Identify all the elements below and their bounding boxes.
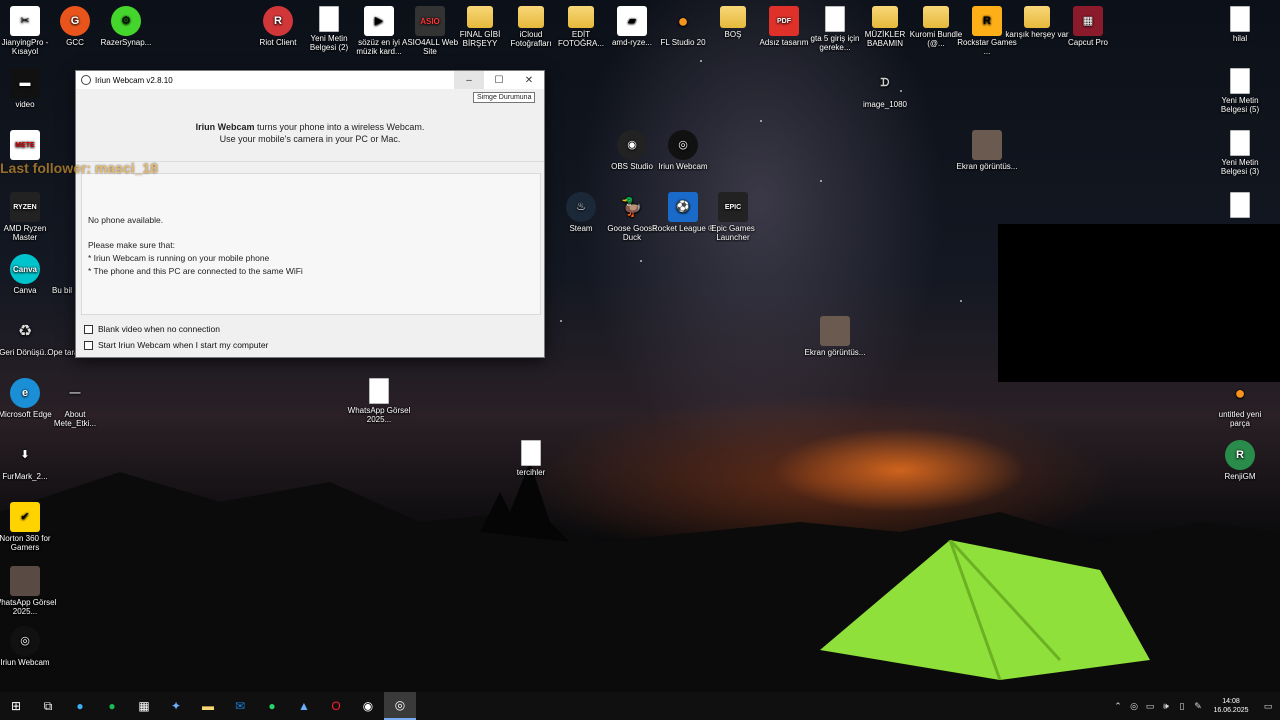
taskbar-obs[interactable]: ◉ (352, 692, 384, 720)
desktop-icon-furmark[interactable]: ⬇ FurMark_2... (0, 440, 57, 481)
volume-icon[interactable]: 🕪 (1158, 701, 1174, 712)
status-panel: No phone available. Please make sure tha… (81, 173, 541, 315)
taskbar: ⊞ ⧉ ● ● ▦ ✦ ▬ ✉ ● ▲ O ◉ ◎ ⌃ ◎ ▭ 🕪 ▯ ✎ 14… (0, 692, 1280, 720)
clock-date: 16.06.2025 (1213, 707, 1249, 714)
bullet-1: * Iriun Webcam is running on your mobile… (88, 253, 270, 263)
window-titlebar[interactable]: Iriun Webcam v2.8.10 – ☐ ✕ (76, 71, 544, 89)
desktop-icon-razer[interactable]: ⚙ RazerSynap... (94, 6, 158, 47)
task-view-icon: ⧉ (43, 698, 53, 713)
folder-icon: ▬ (202, 699, 214, 713)
desktop-icon-mete[interactable]: METE (0, 130, 57, 162)
bullet-2: * The phone and this PC are connected to… (88, 266, 303, 276)
taskbar-copilot[interactable]: ✦ (160, 692, 192, 720)
desktop-icon-untitled[interactable]: ● untitled yeni parça (1208, 378, 1272, 429)
iriun-tray-icon[interactable]: ◎ (1126, 701, 1142, 712)
desktop-icon-epic[interactable]: EPIC Epic Games Launcher (701, 192, 765, 242)
desktop-icon-video[interactable]: ▬ video (0, 68, 57, 109)
iriun-app-icon (81, 75, 91, 85)
desktop-icon-iriun[interactable]: ◎ Iriun Webcam (651, 130, 715, 171)
close-icon: ✕ (524, 74, 534, 86)
opera-icon: O (331, 699, 341, 713)
black-overlay-panel (998, 224, 1280, 382)
clock[interactable]: 14:08 16.06.2025 (1206, 697, 1256, 715)
network-icon[interactable]: ▭ (1142, 701, 1158, 712)
desktop-icon-blank-doc[interactable] (1208, 192, 1272, 220)
photos-icon: ▲ (298, 699, 310, 713)
system-tray: ⌃ ◎ ▭ 🕪 ▯ ✎ 14:08 16.06.2025 ▭ (1110, 692, 1280, 720)
task-view-button[interactable]: ⧉ (32, 692, 64, 720)
intro-section: Iriun Webcam turns your phone into a wir… (76, 95, 544, 162)
copilot-icon: ✦ (170, 699, 182, 713)
desktop-icon-iriun-left[interactable]: ◎ Iriun Webcam (0, 626, 57, 667)
desktop-icon-yeni-metin-3[interactable]: Yeni Metin Belgesi (3) (1208, 130, 1272, 176)
tent-image (820, 540, 1150, 680)
window-title: Iriun Webcam v2.8.10 (95, 75, 173, 85)
desktop-icon-whatsapp2[interactable]: WhatsApp Görsel 2025... (0, 566, 57, 616)
status-text: No phone available. (88, 215, 164, 225)
maximize-icon: ☐ (494, 74, 504, 86)
store-icon: ▦ (138, 699, 150, 713)
checkbox-box[interactable] (84, 324, 93, 334)
obs-icon: ◉ (362, 699, 374, 713)
desktop-icon-whatsapp1[interactable]: WhatsApp Görsel 2025... (347, 378, 411, 424)
chevron-up-icon[interactable]: ⌃ (1110, 701, 1126, 712)
blank-video-checkbox[interactable]: Blank video when no connection (84, 324, 220, 334)
clock-time: 14:08 (1222, 698, 1240, 705)
pen-icon[interactable]: ✎ (1190, 701, 1206, 712)
intro-line2: Use your mobile's camera in your PC or M… (219, 134, 401, 144)
taskbar-store[interactable]: ▦ (128, 692, 160, 720)
taskbar-outlook[interactable]: ✉ (224, 692, 256, 720)
checkbox-box[interactable] (84, 340, 93, 350)
taskbar-whatsapp[interactable]: ● (256, 692, 288, 720)
desktop-icon-hilal[interactable]: hilal (1208, 6, 1272, 43)
checkbox-label: Start Iriun Webcam when I start my compu… (98, 340, 269, 350)
notification-icon[interactable]: ▭ (1256, 701, 1280, 712)
iriun-icon: ◎ (394, 698, 406, 712)
taskbar-iriun[interactable]: ◎ (384, 692, 416, 720)
desktop-icon-image1080[interactable]: ᗪ image_1080 (853, 68, 917, 109)
windows-icon: ⊞ (10, 699, 22, 713)
iriun-webcam-window: Iriun Webcam v2.8.10 – ☐ ✕ Iriun Webcam … (75, 70, 545, 358)
start-on-boot-checkbox[interactable]: Start Iriun Webcam when I start my compu… (84, 340, 268, 350)
desktop-icon-ekran1[interactable]: Ekran görüntüs... (955, 130, 1019, 171)
desktop-icon-amd-master[interactable]: RYZEN AMD Ryzen Master (0, 192, 57, 242)
taskbar-opera[interactable]: O (320, 692, 352, 720)
desktop-icon-norton[interactable]: ✔ Norton 360 for Gamers (0, 502, 57, 552)
taskbar-spotify[interactable]: ● (96, 692, 128, 720)
maximize-button[interactable]: ☐ (484, 71, 514, 89)
checkbox-label: Blank video when no connection (98, 324, 220, 334)
battery-icon[interactable]: ▯ (1174, 701, 1190, 712)
minimize-tooltip: Simge Durumuna (473, 92, 536, 103)
intro-text: turns your phone into a wireless Webcam. (254, 122, 425, 132)
intro-brand: Iriun Webcam (195, 122, 255, 132)
taskbar-edge[interactable]: ● (64, 692, 96, 720)
edge-icon: ● (76, 699, 84, 713)
desktop-icon-ekran2[interactable]: Ekran görüntüs... (803, 316, 867, 357)
desktop-icon-capcut[interactable]: ▦ Capcut Pro (1056, 6, 1120, 47)
desktop-icon-about[interactable]: ― About Mete_Etki... (43, 378, 107, 428)
desktop-icon-tercihler[interactable]: tercihler (499, 440, 563, 477)
outlook-icon: ✉ (234, 699, 246, 713)
desktop-icon-renjigm[interactable]: R RenjiGM (1208, 440, 1272, 481)
desktop-icon-yeni-metin-5[interactable]: Yeni Metin Belgesi (5) (1208, 68, 1272, 114)
start-button[interactable]: ⊞ (0, 692, 32, 720)
close-button[interactable]: ✕ (514, 71, 544, 89)
taskbar-explorer[interactable]: ▬ (192, 692, 224, 720)
make-sure-text: Please make sure that: (88, 240, 175, 250)
stream-overlay-last-follower: Last follower: masci_18 (0, 160, 158, 176)
taskbar-photos[interactable]: ▲ (288, 692, 320, 720)
minimize-icon: – (466, 74, 472, 86)
spotify-icon: ● (108, 699, 116, 713)
minimize-button[interactable]: – (454, 71, 484, 89)
whatsapp-icon: ● (268, 699, 276, 713)
